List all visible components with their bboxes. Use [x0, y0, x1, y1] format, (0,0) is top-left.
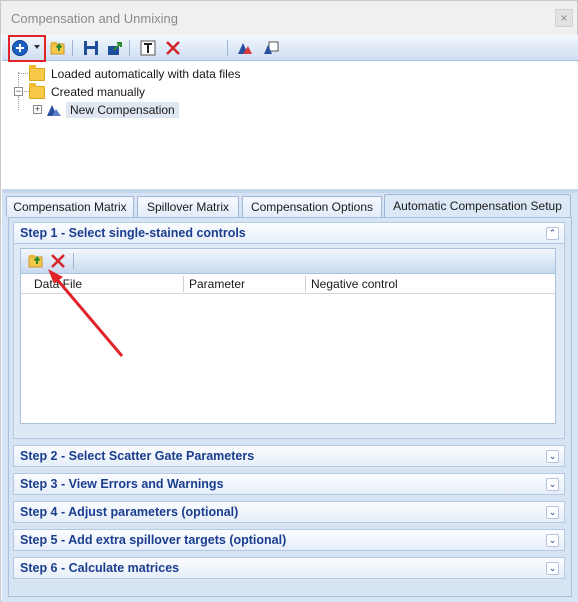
tab-compensation-matrix[interactable]: Compensation Matrix — [6, 196, 134, 217]
tab-compensation-options[interactable]: Compensation Options — [242, 196, 382, 217]
export-icon[interactable] — [106, 39, 124, 57]
tree-item-label: Created manually — [51, 85, 146, 99]
tab-spillover-matrix[interactable]: Spillover Matrix — [137, 196, 239, 217]
expand-chevron-icon[interactable]: ⌄ — [546, 478, 559, 491]
step-3-header[interactable]: Step 3 - View Errors and Warnings ⌄ — [13, 473, 565, 495]
compensation-window: Compensation and Unmixing × Loaded autom… — [0, 0, 578, 602]
tree-item-label: New Compensation — [66, 102, 179, 118]
tree-guide-line — [18, 96, 19, 110]
tree-guide-line — [18, 73, 28, 74]
toolbar-separator — [73, 253, 74, 269]
step-1-header[interactable]: Step 1 - Select single-stained controls … — [13, 222, 565, 244]
expand-chevron-icon[interactable]: ⌄ — [546, 506, 559, 519]
tree-item-loaded-automatically[interactable]: Loaded automatically with data files — [29, 64, 241, 83]
step-2-header[interactable]: Step 2 - Select Scatter Gate Parameters … — [13, 445, 565, 467]
text-icon[interactable] — [139, 39, 157, 57]
window-title: Compensation and Unmixing — [11, 11, 178, 26]
tree-item-new-compensation[interactable]: New Compensation — [46, 101, 179, 119]
step-title: Step 3 - View Errors and Warnings — [20, 477, 224, 491]
main-toolbar — [2, 35, 578, 61]
step-title: Step 4 - Adjust parameters (optional) — [20, 505, 239, 519]
column-data-file[interactable]: Data File — [34, 277, 82, 291]
copy-compensation-icon[interactable] — [262, 39, 280, 57]
expand-chevron-icon[interactable]: ⌄ — [546, 450, 559, 463]
collapse-chevron-icon[interactable]: ⌃ — [546, 227, 559, 240]
step-title: Step 6 - Calculate matrices — [20, 561, 180, 575]
column-separator[interactable] — [305, 276, 306, 292]
tab-strip: Compensation Matrix Spillover Matrix Com… — [2, 193, 578, 217]
delete-x-icon[interactable] — [49, 252, 67, 270]
column-parameter[interactable]: Parameter — [189, 277, 245, 291]
folder-icon — [29, 64, 45, 81]
step-1-body: Data File Parameter Negative control — [13, 244, 565, 439]
column-separator[interactable] — [183, 276, 184, 292]
tree-item-created-manually[interactable]: Created manually — [29, 82, 146, 101]
add-button-highlight — [8, 35, 46, 62]
compensation-tree: Loaded automatically with data files − C… — [2, 62, 578, 189]
collapse-toggle[interactable]: − — [14, 87, 23, 96]
open-folder-icon[interactable] — [27, 252, 45, 270]
compensation-view-icon[interactable] — [236, 39, 254, 57]
controls-table-header: Data File Parameter Negative control — [21, 274, 555, 294]
tree-item-label: Loaded automatically with data files — [51, 67, 241, 81]
step-4-header[interactable]: Step 4 - Adjust parameters (optional) ⌄ — [13, 501, 565, 523]
open-folder-icon[interactable] — [49, 39, 67, 57]
title-bar: Compensation and Unmixing × — [1, 1, 577, 35]
automatic-setup-content: Step 1 - Select single-stained controls … — [8, 217, 572, 597]
tab-automatic-compensation-setup[interactable]: Automatic Compensation Setup — [384, 194, 571, 217]
compensation-triangle-icon — [47, 105, 61, 116]
step-title: Step 1 - Select single-stained controls — [20, 226, 246, 240]
save-icon[interactable] — [82, 39, 100, 57]
close-button[interactable]: × — [555, 9, 573, 27]
controls-toolbar — [20, 248, 556, 274]
expand-toggle[interactable]: + — [33, 105, 42, 114]
delete-x-icon[interactable] — [164, 39, 182, 57]
toolbar-separator — [227, 40, 228, 56]
toolbar-separator — [72, 40, 73, 56]
step-title: Step 2 - Select Scatter Gate Parameters — [20, 449, 255, 463]
toolbar-separator — [129, 40, 130, 56]
step-5-header[interactable]: Step 5 - Add extra spillover targets (op… — [13, 529, 565, 551]
expand-chevron-icon[interactable]: ⌄ — [546, 562, 559, 575]
step-title: Step 5 - Add extra spillover targets (op… — [20, 533, 287, 547]
chevron-down-icon[interactable] — [34, 45, 40, 49]
expand-chevron-icon[interactable]: ⌄ — [546, 534, 559, 547]
lower-panel: Compensation Matrix Spillover Matrix Com… — [2, 193, 578, 602]
column-negative-control[interactable]: Negative control — [311, 277, 398, 291]
controls-table: Data File Parameter Negative control — [20, 274, 556, 424]
step-6-header[interactable]: Step 6 - Calculate matrices ⌄ — [13, 557, 565, 579]
folder-icon — [29, 82, 45, 99]
